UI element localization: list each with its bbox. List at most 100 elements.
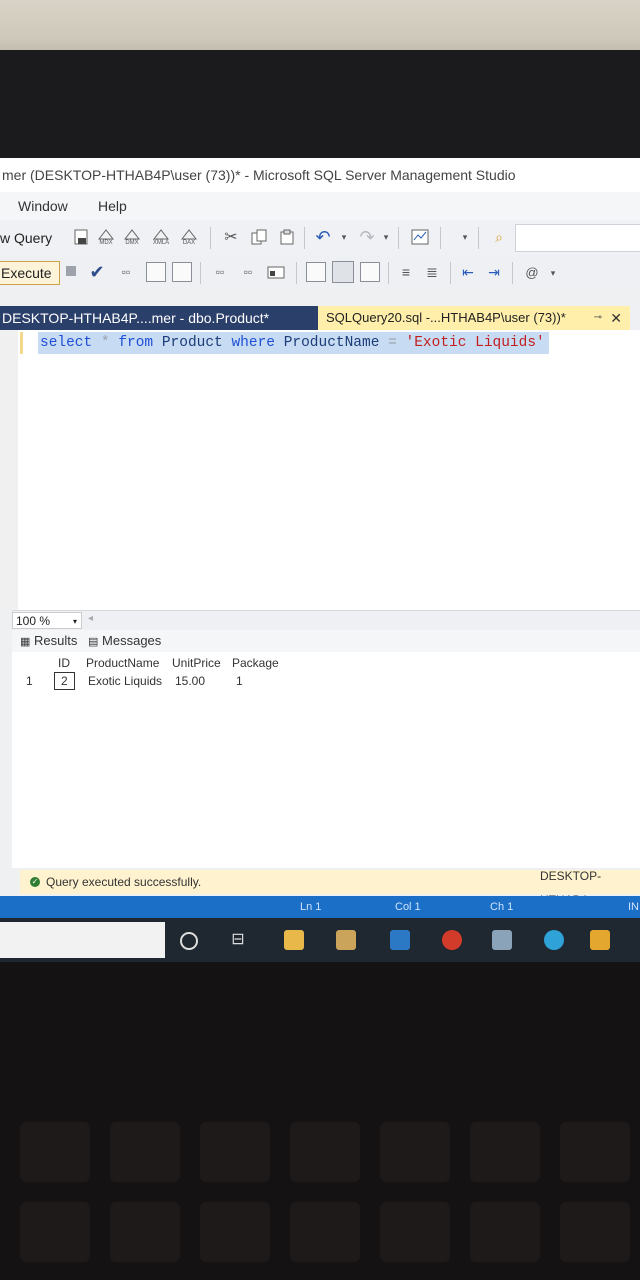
grid-icon: ▦: [20, 636, 31, 648]
include-actual-plan-icon[interactable]: ▫▫: [210, 262, 230, 282]
success-check-icon: ✓: [30, 877, 40, 887]
toolbar-separator: [388, 262, 389, 284]
messages-icon: ▤: [88, 636, 99, 648]
specify-template-icon[interactable]: @: [522, 262, 542, 282]
keyboard-key: [290, 1122, 360, 1182]
task-view-icon[interactable]: ⊟: [228, 930, 248, 950]
cancel-query-icon[interactable]: [66, 266, 76, 276]
undo-dropdown-icon[interactable]: ▾: [340, 228, 348, 246]
xmla-query-icon[interactable]: XMLA: [150, 226, 172, 248]
query-designer-icon[interactable]: [146, 262, 166, 282]
sql-operator: =: [388, 335, 397, 351]
cell-package[interactable]: 1: [236, 674, 243, 688]
zoom-dropdown[interactable]: 100 % ▾: [12, 612, 82, 629]
keyboard-key: [470, 1122, 540, 1182]
activity-monitor-icon[interactable]: [410, 228, 430, 246]
dmx-query-icon[interactable]: DMX: [122, 226, 142, 248]
menu-item-window[interactable]: Window: [18, 192, 68, 220]
undo-icon[interactable]: ↶: [314, 226, 332, 248]
execute-button[interactable]: Execute: [0, 261, 60, 285]
sql-code-line[interactable]: select * from Product where ProductName …: [38, 332, 549, 354]
increase-indent-icon[interactable]: ⇥: [484, 262, 504, 282]
zoom-level: 100 %: [16, 614, 51, 628]
sticky-notes-icon[interactable]: [590, 930, 610, 950]
edge-browser-icon[interactable]: [544, 930, 564, 950]
query-status-bar: ✓ Query executed successfully. DESKTOP-H…: [20, 869, 640, 907]
redo-icon[interactable]: ↷: [358, 226, 376, 248]
close-icon[interactable]: ✕: [610, 306, 622, 330]
specify-values-icon[interactable]: [172, 262, 192, 282]
comment-lines-icon[interactable]: ≡: [396, 262, 416, 282]
selected-cell-id[interactable]: 2: [54, 672, 75, 690]
sql-string-value: 'Exotic Liquids': [405, 335, 545, 351]
tab-sqlquery20[interactable]: SQLQuery20.sql -...HTHAB4P\user (73))* ⊸…: [318, 306, 630, 330]
insert-mode: IN: [628, 901, 639, 913]
results-pane: ▦ Results ▤ Messages ID ProductName Unit…: [12, 630, 640, 868]
parse-icon[interactable]: ✔: [88, 262, 106, 282]
decrease-indent-icon[interactable]: ⇤: [458, 262, 478, 282]
display-estimated-plan-icon[interactable]: ▫▫: [116, 262, 136, 282]
file-explorer-icon[interactable]: [284, 930, 304, 950]
taskbar-search-box[interactable]: [0, 922, 165, 958]
tab-results[interactable]: ▦ Results: [20, 633, 77, 648]
toolbar-separator: [450, 262, 451, 284]
client-statistics-icon[interactable]: [266, 262, 286, 282]
results-to-grid-icon[interactable]: [332, 261, 354, 283]
chevron-down-icon: ▾: [72, 617, 77, 626]
keyboard-key: [110, 1122, 180, 1182]
keyboard-key: [200, 1202, 270, 1262]
sql-column-name: ProductName: [283, 335, 380, 351]
dax-query-icon[interactable]: DAX: [178, 226, 200, 248]
store-icon[interactable]: [336, 930, 356, 950]
column-header-package[interactable]: Package: [232, 656, 279, 670]
live-query-stats-icon[interactable]: ▫▫: [238, 262, 258, 282]
zoom-bar: 100 % ▾ ◂: [12, 610, 640, 631]
database-engine-query-icon[interactable]: [72, 228, 90, 246]
editor-gutter: [0, 330, 18, 610]
paste-icon[interactable]: [278, 228, 296, 246]
sql-keyword-from: from: [118, 335, 154, 351]
tab-sqlquery20-label: SQLQuery20.sql -...HTHAB4P\user (73))*: [326, 310, 566, 325]
column-number: Col 1: [395, 901, 421, 913]
copy-icon[interactable]: [250, 228, 268, 246]
uncomment-lines-icon[interactable]: ≣: [422, 262, 442, 282]
cell-productname[interactable]: Exotic Liquids: [88, 674, 162, 688]
keyboard-key: [200, 1122, 270, 1182]
pin-icon[interactable]: ⊸: [594, 306, 602, 330]
toolbar-separator: [440, 227, 441, 249]
solution-config-dropdown-icon[interactable]: ▾: [460, 228, 470, 246]
row-number[interactable]: 1: [26, 674, 33, 688]
new-query-button[interactable]: w Query: [0, 230, 52, 246]
office-icon[interactable]: [442, 930, 462, 950]
toolbar-overflow-icon[interactable]: ▾: [548, 264, 558, 282]
toolbar-separator: [296, 262, 297, 284]
mail-icon[interactable]: [390, 930, 410, 950]
cut-icon[interactable]: ✂: [222, 228, 240, 246]
laptop-keyboard: [0, 962, 640, 1280]
results-tabs: ▦ Results ▤ Messages: [12, 630, 640, 652]
column-header-id[interactable]: ID: [58, 656, 70, 670]
results-to-file-icon[interactable]: [360, 262, 380, 282]
column-header-productname[interactable]: ProductName: [86, 656, 159, 670]
cell-unitprice[interactable]: 15.00: [175, 674, 205, 688]
scroll-left-icon[interactable]: ◂: [88, 613, 93, 624]
cortana-icon[interactable]: [180, 932, 198, 950]
results-to-text-icon[interactable]: [306, 262, 326, 282]
column-header-unitprice[interactable]: UnitPrice: [172, 656, 221, 670]
toolbar-separator: [478, 227, 479, 249]
query-editor[interactable]: select * from Product where ProductName …: [0, 330, 640, 610]
find-icon[interactable]: ⌕: [490, 228, 508, 246]
mdx-query-icon[interactable]: MDX: [96, 226, 116, 248]
redo-dropdown-icon[interactable]: ▾: [382, 228, 390, 246]
line-number: Ln 1: [300, 901, 322, 913]
standard-toolbar: w Query MDX DMX XMLA DAX ✂ ↶ ▾ ↷ ▾ ▾ ⌕: [0, 220, 640, 256]
toolbar-search-input[interactable]: [515, 224, 640, 252]
keyboard-key: [290, 1202, 360, 1262]
tab-messages-label: Messages: [102, 633, 162, 648]
menu-item-help[interactable]: Help: [98, 192, 127, 220]
sql-editor-toolbar: Execute ✔ ▫▫ ▫▫ ▫▫ ≡ ≣ ⇤ ⇥ @ ▾: [0, 256, 640, 290]
app-icon[interactable]: [492, 930, 512, 950]
tab-messages[interactable]: ▤ Messages: [88, 633, 161, 648]
tab-object-explorer-product[interactable]: DESKTOP-HTHAB4P....mer - dbo.Product*: [0, 306, 320, 330]
menu-bar: Window Help: [0, 192, 640, 220]
